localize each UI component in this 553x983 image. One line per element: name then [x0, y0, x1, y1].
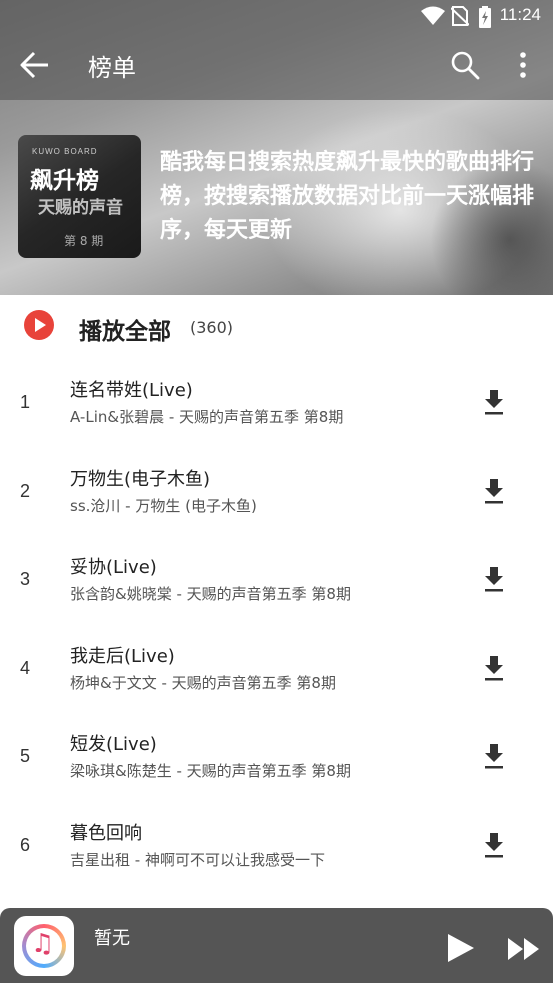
- download-icon[interactable]: [482, 654, 506, 682]
- song-subtitle: A-Lin&张碧晨 - 天赐的声音第五季 第8期: [70, 408, 344, 426]
- song-title: 暮色回响: [70, 822, 142, 844]
- fast-forward-icon[interactable]: [506, 936, 542, 962]
- song-subtitle: 杨坤&于文文 - 天赐的声音第五季 第8期: [70, 673, 336, 692]
- cover-episode: 第 8 期: [64, 234, 104, 248]
- app-bar: 榜单: [0, 32, 553, 98]
- play-all-label[interactable]: 播放全部: [79, 312, 171, 346]
- song-rank: 1: [20, 392, 31, 412]
- song-row[interactable]: 4 我走后(Live) 杨坤&于文文 - 天赐的声音第五季 第8期: [0, 626, 553, 715]
- song-title: 短发(Live): [70, 734, 157, 755]
- song-row[interactable]: 6 暮色回响 吉星出租 - 神啊可不可以让我感受一下: [0, 803, 553, 892]
- song-rank: 5: [20, 746, 31, 766]
- song-title: 连名带姓(Live): [70, 380, 193, 401]
- song-rank: 6: [20, 834, 31, 855]
- status-time: 11:24: [499, 5, 541, 24]
- play-all-icon[interactable]: [24, 310, 54, 340]
- song-title: 万物生(电子木鱼): [70, 468, 211, 490]
- song-subtitle: ss.沧川 - 万物生 (电子木鱼): [70, 496, 257, 515]
- download-icon[interactable]: [482, 388, 506, 416]
- song-rank: 2: [20, 480, 31, 501]
- song-subtitle: 梁咏琪&陈楚生 - 天赐的声音第五季 第8期: [70, 762, 351, 780]
- battery-charging-icon: [479, 6, 491, 28]
- more-vert-icon[interactable]: [512, 50, 534, 80]
- status-bar: 11:24: [0, 0, 553, 32]
- mini-player[interactable]: ♫ 暂无: [0, 908, 553, 983]
- playlist-description: 酷我每日搜索热度飙升最快的歌曲排行榜，按搜索播放数据对比前一天涨幅排序，每天更新: [160, 150, 535, 243]
- song-row[interactable]: 2 万物生(电子木鱼) ss.沧川 - 万物生 (电子木鱼): [0, 449, 553, 538]
- song-list: 1 连名带姓(Live) A-Lin&张碧晨 - 天赐的声音第五季 第8期 2 …: [0, 360, 553, 891]
- song-row[interactable]: 1 连名带姓(Live) A-Lin&张碧晨 - 天赐的声音第五季 第8期: [0, 360, 553, 449]
- download-icon[interactable]: [482, 565, 506, 593]
- play-all-bar[interactable]: 播放全部 (360): [0, 295, 553, 360]
- music-app-icon[interactable]: ♫: [14, 916, 74, 976]
- cover-brand: KUWO BOARD: [32, 147, 98, 156]
- search-icon[interactable]: [450, 50, 480, 80]
- cover-title: 飙升榜: [30, 168, 99, 194]
- song-title: 妥协(Live): [70, 557, 157, 578]
- playlist-cover: KUWO BOARD 飙升榜 天赐的声音 第 8 期: [18, 135, 141, 258]
- play-icon[interactable]: [444, 932, 476, 964]
- download-icon[interactable]: [482, 477, 506, 505]
- download-icon[interactable]: [482, 831, 506, 859]
- now-playing-title: 暂无: [94, 928, 130, 949]
- song-subtitle: 张含韵&姚晓棠 - 天赐的声音第五季 第8期: [70, 585, 351, 603]
- song-rank: 4: [20, 657, 31, 678]
- no-sim-icon: [451, 6, 469, 26]
- wifi-icon: [421, 6, 445, 25]
- back-arrow-icon[interactable]: [18, 48, 52, 82]
- song-count: (360): [190, 318, 234, 337]
- song-row[interactable]: 3 妥协(Live) 张含韵&姚晓棠 - 天赐的声音第五季 第8期: [0, 537, 553, 626]
- song-row[interactable]: 5 短发(Live) 梁咏琪&陈楚生 - 天赐的声音第五季 第8期: [0, 714, 553, 803]
- song-subtitle: 吉星出租 - 神啊可不可以让我感受一下: [70, 850, 325, 869]
- download-icon[interactable]: [482, 742, 506, 770]
- song-rank: 3: [20, 569, 31, 589]
- page-title: 榜单: [88, 54, 136, 82]
- cover-subtitle: 天赐的声音: [38, 198, 123, 218]
- song-title: 我走后(Live): [70, 645, 175, 667]
